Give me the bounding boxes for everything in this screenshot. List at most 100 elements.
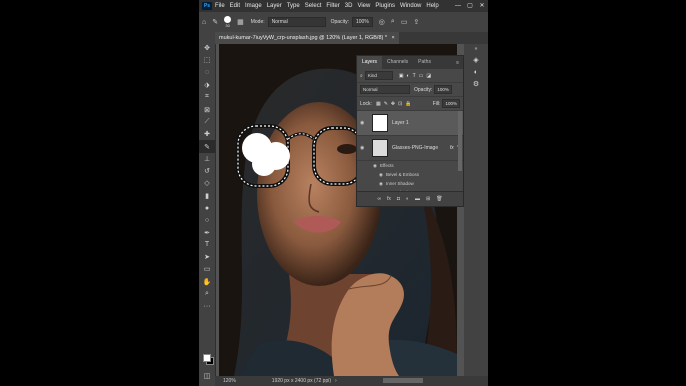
filter-adjust-icon[interactable]: ◐ (407, 73, 410, 79)
history-brush-icon[interactable]: ↺ (199, 165, 215, 177)
menu-layer[interactable]: Layer (267, 3, 282, 9)
lock-all-icon[interactable]: 🔒 (405, 101, 411, 107)
minimize-button[interactable]: — (452, 0, 464, 12)
lasso-icon[interactable]: ◌ (199, 67, 215, 79)
menu-file[interactable]: File (215, 3, 225, 9)
layers-scrollbar[interactable] (458, 111, 462, 171)
gradient-icon[interactable]: ▮ (199, 190, 215, 202)
tab-layers[interactable]: Layers (357, 56, 383, 69)
effect-row[interactable]: ◉ Inner Shadow (357, 179, 463, 188)
menu-bar: Ps File Edit Image Layer Type Select Fil… (199, 0, 488, 12)
layer-opacity-field[interactable]: 100% (434, 85, 452, 94)
delete-layer-icon[interactable]: 🗑 (436, 196, 442, 202)
eraser-icon[interactable]: ◇ (199, 177, 215, 189)
menu-image[interactable]: Image (245, 3, 262, 9)
brush-icon[interactable]: ✎ (212, 18, 218, 26)
crop-icon[interactable]: ⌗ (199, 91, 215, 103)
menu-type[interactable]: Type (287, 3, 300, 9)
move-icon[interactable]: ✥ (199, 42, 215, 54)
effects-row[interactable]: ◉ Effects (357, 161, 463, 170)
new-layer-icon[interactable]: ⊞ (426, 196, 430, 202)
eye-icon[interactable]: ◉ (373, 163, 377, 169)
lock-transparency-icon[interactable]: ▦ (376, 101, 381, 107)
zoom-level[interactable]: 120% (223, 378, 236, 384)
eye-icon[interactable]: ◉ (379, 172, 383, 178)
fx-badge[interactable]: fx (450, 145, 454, 151)
eyedropper-icon[interactable]: ⟋ (199, 116, 215, 128)
horizontal-scrollbar[interactable] (383, 378, 423, 383)
brush-settings-icon[interactable]: ▦ (237, 18, 244, 26)
marquee-icon[interactable]: ⬚ (199, 54, 215, 66)
opacity-label: Opacity: (414, 86, 433, 93)
zoom-icon[interactable]: ⌕ (199, 288, 215, 300)
eye-icon[interactable]: ◉ (360, 145, 368, 151)
pen-icon[interactable]: ✒ (199, 226, 215, 238)
ps-logo-icon: Ps (202, 2, 212, 10)
menu-view[interactable]: View (357, 3, 370, 9)
menu-help[interactable]: Help (426, 3, 438, 9)
tab-channels[interactable]: Channels (382, 56, 413, 69)
link-layers-icon[interactable]: ∞ (377, 196, 381, 202)
pressure-opacity-icon[interactable]: ◎ (379, 18, 385, 26)
layer-row[interactable]: ◉ Glasses-PNG-Image fx ⌃ (357, 136, 463, 161)
workspace-icon[interactable]: ▭ (401, 18, 408, 26)
object-select-icon[interactable]: ⬗ (199, 79, 215, 91)
menu-select[interactable]: Select (305, 3, 322, 9)
filter-smart-icon[interactable]: ◪ (426, 73, 431, 79)
layers-panel-icon[interactable]: ◈ (464, 54, 488, 66)
healing-icon[interactable]: ✚ (199, 128, 215, 140)
mode-dropdown[interactable]: Normal (267, 17, 326, 27)
foreground-color-swatch[interactable] (203, 354, 211, 362)
hand-icon[interactable]: ✋ (199, 276, 215, 288)
share-icon[interactable]: ⇪ (413, 18, 419, 26)
dodge-icon[interactable]: ○ (199, 214, 215, 226)
lock-position-icon[interactable]: ✥ (391, 101, 395, 107)
panel-menu-icon[interactable]: ≡ (456, 60, 463, 66)
eye-icon[interactable]: ◉ (360, 120, 368, 126)
blur-icon[interactable]: ● (199, 202, 215, 214)
stamp-icon[interactable]: ⊥ (199, 153, 215, 165)
more-tools-icon[interactable]: ··· (199, 300, 215, 312)
layer-filter-dropdown[interactable]: Kind (364, 71, 393, 80)
add-style-icon[interactable]: fx (387, 196, 391, 202)
tab-paths[interactable]: Paths (413, 56, 436, 69)
path-select-icon[interactable]: ➤ (199, 251, 215, 263)
filter-type-icon[interactable]: T (413, 73, 416, 79)
frame-icon[interactable]: ⊠ (199, 103, 215, 115)
document-tab[interactable]: mukul-kumar-7iuyVyW_crp-unsplash.jpg @ 1… (215, 32, 399, 44)
new-group-icon[interactable]: ▬ (415, 196, 420, 202)
layer-row[interactable]: ◉ Layer 1 (357, 111, 463, 136)
menu-3d[interactable]: 3D (345, 3, 353, 9)
effect-row[interactable]: ◉ Bevel & Emboss (357, 170, 463, 179)
filter-shape-icon[interactable]: ▭ (419, 73, 424, 79)
screen-mode-icon[interactable]: ▭ (199, 382, 215, 386)
menu-window[interactable]: Window (400, 3, 421, 9)
type-icon[interactable]: T (199, 239, 215, 251)
adjustments-panel-icon[interactable]: ◐ (464, 66, 488, 78)
document-tab-close[interactable]: × (392, 35, 395, 41)
eye-icon[interactable]: ◉ (379, 181, 383, 187)
lock-icons: ▦ ✎ ✥ ⊡ 🔒 (376, 101, 415, 107)
filter-pixel-icon[interactable]: ▣ (399, 73, 404, 79)
search-icon[interactable]: ⌕ (391, 18, 395, 26)
opacity-field[interactable]: 100% (351, 17, 373, 27)
lock-pixels-icon[interactable]: ✎ (384, 101, 388, 107)
shape-icon[interactable]: ▭ (199, 263, 215, 275)
menu-plugins[interactable]: Plugins (375, 3, 395, 9)
brush-tool-icon[interactable]: ✎ (199, 140, 215, 153)
menu-filter[interactable]: Filter (326, 3, 339, 9)
lock-artboard-icon[interactable]: ⊡ (398, 101, 402, 107)
panel-collapse-icon[interactable]: » (464, 44, 488, 54)
status-arrow-icon[interactable]: › (335, 378, 337, 384)
close-window-button[interactable]: ✕ (476, 0, 488, 12)
blend-mode-dropdown[interactable]: Normal (360, 85, 410, 94)
home-icon[interactable]: ⌂ (202, 19, 206, 26)
brush-preset-picker[interactable]: 30 (224, 16, 232, 28)
fill-field[interactable]: 100% (442, 99, 460, 108)
quick-mask-icon[interactable]: ◫ (199, 370, 215, 382)
adjustment-layer-icon[interactable]: ◐ (406, 196, 409, 202)
menu-edit[interactable]: Edit (230, 3, 240, 9)
add-mask-icon[interactable]: ◘ (397, 196, 400, 202)
maximize-button[interactable]: ▢ (464, 0, 476, 12)
properties-panel-icon[interactable]: ⚙ (464, 78, 488, 90)
